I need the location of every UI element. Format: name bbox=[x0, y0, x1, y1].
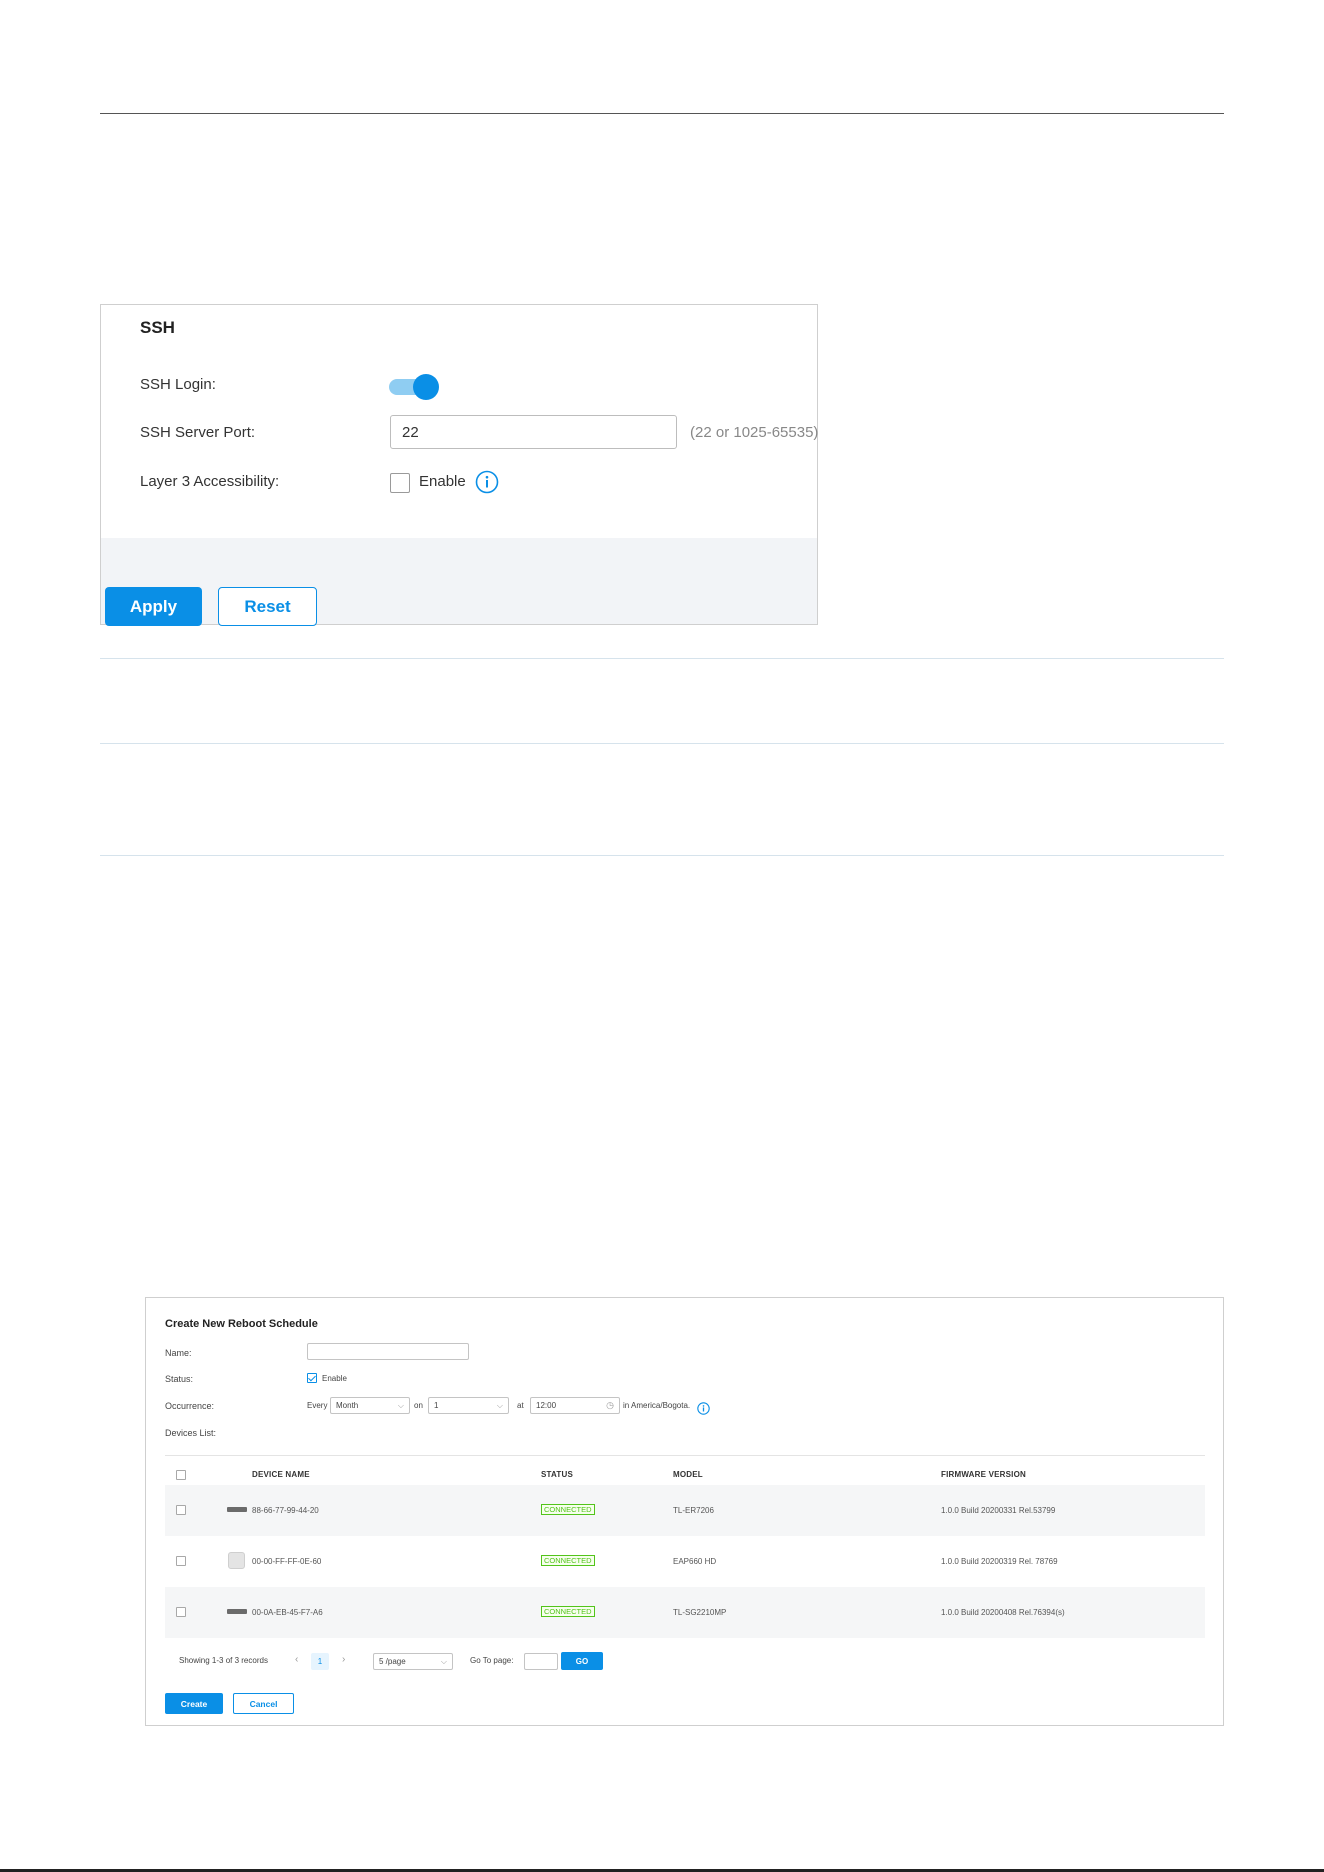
layer3-enable-label: Enable bbox=[419, 473, 466, 490]
reboot-schedule-panel: Create New Reboot Schedule Name: Status:… bbox=[145, 1297, 1224, 1726]
table-row[interactable]: 88-66-77-99-44-20 CONNECTED TL-ER7206 1.… bbox=[165, 1485, 1205, 1536]
cancel-button[interactable]: Cancel bbox=[233, 1693, 294, 1714]
ssh-panel-footer bbox=[101, 538, 817, 624]
at-label: at bbox=[517, 1401, 524, 1410]
section-divider bbox=[100, 743, 1224, 744]
create-button[interactable]: Create bbox=[165, 1693, 223, 1714]
occurrence-label: Occurrence: bbox=[165, 1401, 215, 1411]
go-to-page-input[interactable] bbox=[524, 1653, 558, 1670]
clock-icon: ◷ bbox=[606, 1400, 614, 1410]
firmware-cell: 1.0.0 Build 20200319 Rel. 78769 bbox=[941, 1557, 1058, 1566]
model-cell: EAP660 HD bbox=[673, 1557, 717, 1566]
day-select[interactable]: 1 ⌵ bbox=[428, 1397, 509, 1414]
reboot-schedule-title: Create New Reboot Schedule bbox=[165, 1318, 318, 1330]
row-select-checkbox[interactable] bbox=[176, 1607, 186, 1617]
model-cell: TL-SG2210MP bbox=[673, 1608, 727, 1617]
page-size-value: 5 /page bbox=[379, 1657, 406, 1666]
column-header-firmware-version[interactable]: FIRMWARE VERSION bbox=[941, 1470, 1026, 1479]
access-point-icon bbox=[228, 1552, 245, 1569]
device-name-cell: 88-66-77-99-44-20 bbox=[252, 1506, 319, 1515]
model-cell: TL-ER7206 bbox=[673, 1506, 714, 1515]
row-select-checkbox[interactable] bbox=[176, 1556, 186, 1566]
ssh-login-toggle[interactable] bbox=[389, 374, 439, 400]
period-value: Month bbox=[336, 1401, 359, 1410]
toggle-knob bbox=[413, 374, 439, 400]
name-label: Name: bbox=[165, 1348, 192, 1358]
top-divider bbox=[100, 113, 1224, 114]
go-to-page-label: Go To page: bbox=[470, 1656, 514, 1665]
chevron-down-icon: ⌵ bbox=[440, 1657, 447, 1666]
firmware-cell: 1.0.0 Build 20200408 Rel.76394(s) bbox=[941, 1608, 1065, 1617]
router-icon bbox=[227, 1507, 247, 1512]
device-name-cell: 00-0A-EB-45-F7-A6 bbox=[252, 1608, 323, 1617]
status-badge: CONNECTED bbox=[541, 1504, 595, 1515]
chevron-down-icon: ⌵ bbox=[496, 1401, 503, 1410]
table-header-divider bbox=[165, 1455, 1205, 1456]
reset-button[interactable]: Reset bbox=[218, 587, 317, 626]
info-icon[interactable] bbox=[475, 470, 499, 494]
go-button[interactable]: GO bbox=[561, 1652, 603, 1670]
column-header-status[interactable]: STATUS bbox=[541, 1470, 573, 1479]
row-select-checkbox[interactable] bbox=[176, 1505, 186, 1515]
schedule-name-input[interactable] bbox=[307, 1343, 469, 1360]
status-enable-label: Enable bbox=[322, 1374, 347, 1383]
layer3-accessibility-label: Layer 3 Accessibility: bbox=[140, 473, 280, 490]
page-number-button[interactable]: 1 bbox=[311, 1653, 329, 1670]
ssh-server-port-input[interactable] bbox=[390, 415, 677, 449]
layer3-enable-checkbox[interactable] bbox=[390, 473, 410, 493]
devices-list-label: Devices List: bbox=[165, 1428, 217, 1438]
column-header-device-name[interactable]: DEVICE NAME bbox=[252, 1470, 310, 1479]
on-label: on bbox=[414, 1401, 423, 1410]
apply-button[interactable]: Apply bbox=[105, 587, 202, 626]
every-label: Every bbox=[307, 1401, 328, 1410]
ssh-title: SSH bbox=[140, 318, 175, 337]
select-all-checkbox[interactable] bbox=[176, 1470, 186, 1480]
column-header-model[interactable]: MODEL bbox=[673, 1470, 703, 1479]
pagination-summary: Showing 1-3 of 3 records bbox=[179, 1656, 268, 1665]
info-icon[interactable] bbox=[697, 1402, 710, 1415]
ssh-settings-panel: SSH SSH Login: SSH Server Port: (22 or 1… bbox=[100, 304, 819, 626]
period-select[interactable]: Month ⌵ bbox=[330, 1397, 410, 1414]
chevron-left-icon[interactable]: ‹ bbox=[295, 1654, 298, 1665]
table-row[interactable]: 00-00-FF-FF-0E-60 CONNECTED EAP660 HD 1.… bbox=[165, 1536, 1205, 1587]
ssh-port-range-hint: (22 or 1025-65535) bbox=[690, 424, 819, 441]
day-value: 1 bbox=[434, 1401, 439, 1410]
page-size-select[interactable]: 5 /page ⌵ bbox=[373, 1653, 453, 1670]
status-enable-checkbox[interactable] bbox=[307, 1373, 317, 1383]
device-name-cell: 00-00-FF-FF-0E-60 bbox=[252, 1557, 322, 1566]
switch-icon bbox=[227, 1609, 247, 1614]
section-divider bbox=[100, 658, 1224, 659]
table-row[interactable]: 00-0A-EB-45-F7-A6 CONNECTED TL-SG2210MP … bbox=[165, 1587, 1205, 1638]
chevron-right-icon[interactable]: › bbox=[342, 1654, 345, 1665]
status-badge: CONNECTED bbox=[541, 1606, 595, 1617]
ssh-server-port-label: SSH Server Port: bbox=[140, 424, 256, 441]
time-picker[interactable]: 12:00 ◷ bbox=[530, 1397, 620, 1414]
status-label: Status: bbox=[165, 1374, 194, 1384]
chevron-down-icon: ⌵ bbox=[397, 1401, 404, 1410]
firmware-cell: 1.0.0 Build 20200331 Rel.53799 bbox=[941, 1506, 1056, 1515]
timezone-text: in America/Bogota. bbox=[623, 1401, 691, 1410]
time-value: 12:00 bbox=[536, 1401, 557, 1410]
section-divider bbox=[100, 855, 1224, 856]
status-badge: CONNECTED bbox=[541, 1555, 595, 1566]
ssh-login-label: SSH Login: bbox=[140, 376, 216, 393]
